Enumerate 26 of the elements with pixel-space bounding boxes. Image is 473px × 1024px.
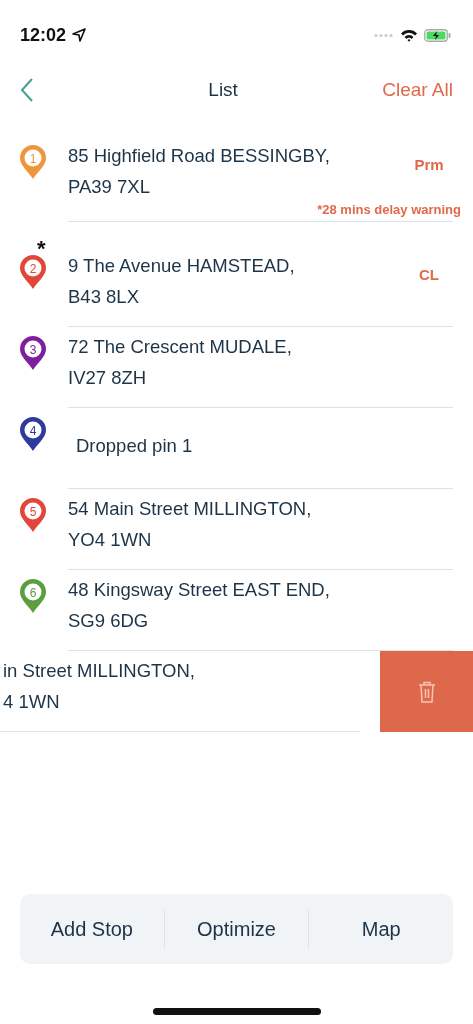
stop-address[interactable]: 72 The Crescent MUDALE, IV27 8ZH: [68, 327, 453, 393]
stop-tag: Prm: [405, 156, 453, 173]
stop-address[interactable]: in Street MILLINGTON, 4 1WN: [3, 651, 360, 717]
delay-warning: *28 mins delay warning: [316, 202, 461, 217]
wifi-icon: [400, 28, 418, 42]
map-pin-icon: 4: [19, 416, 47, 452]
signal-icon: [374, 32, 394, 38]
stop-tag: CL: [405, 266, 453, 283]
toolbar-button[interactable]: Add Stop: [20, 894, 164, 964]
map-pin-icon: 6: [19, 578, 47, 614]
map-pin-icon: 1: [19, 144, 47, 180]
stop-address[interactable]: Dropped pin 1: [68, 408, 453, 461]
status-time: 12:02: [20, 24, 67, 46]
stop-address[interactable]: 85 Highfield Road BESSINGBY, PA39 7XL: [68, 136, 405, 202]
stop-address[interactable]: 54 Main Street MILLINGTON, YO4 1WN: [68, 489, 453, 555]
screen-title: List: [208, 79, 238, 101]
trash-icon: [416, 679, 437, 704]
location-arrow-icon: [72, 28, 87, 42]
map-pin-icon: 3: [19, 335, 47, 371]
map-pin-icon: 5: [19, 497, 47, 533]
battery-icon: [424, 28, 451, 42]
toolbar-button[interactable]: Optimize: [164, 894, 309, 964]
map-pin-icon: 2: [19, 254, 47, 290]
stop-address[interactable]: 48 Kingsway Street EAST END, SG9 6DG: [68, 570, 453, 636]
toolbar-button[interactable]: Map: [309, 894, 453, 964]
stop-address[interactable]: 9 The Avenue HAMSTEAD, B43 8LX: [68, 246, 405, 312]
